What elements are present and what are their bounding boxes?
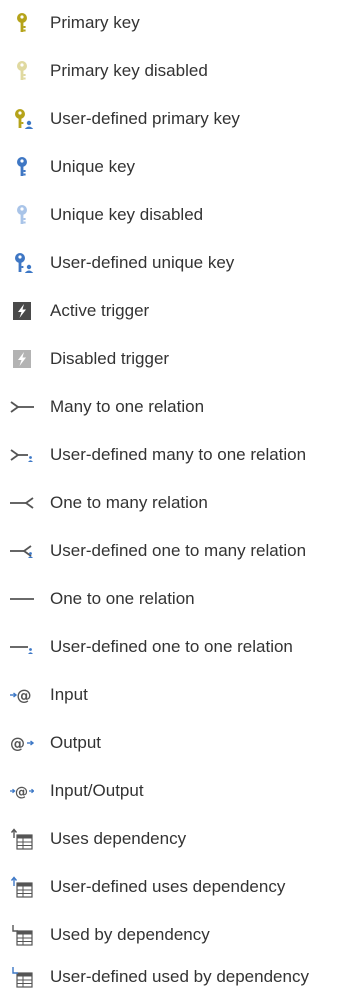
legend-item-primary-key-disabled: Primary key disabled bbox=[0, 56, 361, 86]
input-output-parameter-icon: @ bbox=[10, 785, 34, 800]
user-defined-uses-dependency-icon bbox=[10, 876, 33, 898]
legend-item-many-to-one-relation: Many to one relation bbox=[0, 392, 361, 422]
uses-dependency-icon bbox=[10, 828, 33, 850]
disabled-trigger-icon bbox=[13, 350, 31, 368]
legend-item-user-defined-used-by-dependency: User-defined used by dependency bbox=[0, 962, 361, 992]
legend-item-label: Used by dependency bbox=[50, 925, 210, 944]
legend-item-label: User-defined many to one relation bbox=[50, 445, 307, 464]
user-defined-used-by-dependency-icon bbox=[12, 967, 33, 988]
primary-key-icon bbox=[17, 13, 27, 32]
one-to-one-relation-icon bbox=[10, 598, 34, 600]
active-trigger-icon bbox=[13, 302, 31, 320]
used-by-dependency-icon bbox=[12, 925, 33, 946]
legend-item-label: User-defined one to many relation bbox=[50, 541, 307, 560]
legend-item-primary-key: Primary key bbox=[0, 8, 361, 38]
user-defined-many-to-one-relation-icon bbox=[10, 449, 33, 462]
output-parameter-icon: @ bbox=[10, 735, 34, 753]
legend-item-one-to-many-relation: One to many relation bbox=[0, 488, 361, 518]
legend-item-label: Primary key bbox=[50, 13, 140, 32]
legend-item-label: User-defined uses dependency bbox=[50, 877, 286, 896]
unique-key-disabled-icon bbox=[17, 205, 27, 224]
legend-item-label: Uses dependency bbox=[50, 829, 187, 848]
svg-text:@: @ bbox=[10, 735, 25, 753]
legend-item-user-defined-primary-key: User-defined primary key bbox=[0, 104, 361, 134]
unique-key-icon bbox=[17, 157, 27, 176]
user-defined-one-to-many-relation-icon bbox=[10, 545, 33, 558]
legend-item-label: User-defined used by dependency bbox=[50, 967, 309, 986]
legend-item-input: @ Input bbox=[0, 680, 361, 710]
legend-item-label: Input bbox=[50, 685, 88, 704]
legend-item-unique-key-disabled: Unique key disabled bbox=[0, 200, 361, 230]
legend-item-label: Unique key bbox=[50, 157, 136, 176]
user-defined-primary-key-icon bbox=[15, 109, 34, 129]
legend-item-label: Many to one relation bbox=[50, 397, 205, 416]
legend-item-one-to-one-relation: One to one relation bbox=[0, 584, 361, 614]
legend-item-label: One to one relation bbox=[50, 589, 195, 608]
legend-item-used-by-dependency: Used by dependency bbox=[0, 920, 361, 950]
one-to-many-relation-icon bbox=[10, 497, 34, 509]
legend-item-label: User-defined one to one relation bbox=[50, 637, 293, 656]
legend-item-input-output: @ Input/Output bbox=[0, 776, 361, 806]
icon-legend: Primary key Primary key disabled User-de… bbox=[0, 0, 361, 998]
legend-item-label: Active trigger bbox=[50, 301, 150, 320]
many-to-one-relation-icon bbox=[10, 401, 34, 413]
legend-item-uses-dependency: Uses dependency bbox=[0, 824, 361, 854]
legend-item-label: Input/Output bbox=[50, 781, 144, 800]
legend-item-label: Primary key disabled bbox=[50, 61, 208, 80]
legend-item-user-defined-one-to-many-relation: User-defined one to many relation bbox=[0, 536, 361, 566]
legend-item-label: Unique key disabled bbox=[50, 205, 204, 224]
legend-item-label: Output bbox=[50, 733, 102, 752]
legend-item-label: User-defined primary key bbox=[50, 109, 240, 128]
legend-item-unique-key: Unique key bbox=[0, 152, 361, 182]
legend-item-user-defined-unique-key: User-defined unique key bbox=[0, 248, 361, 278]
svg-text:@: @ bbox=[17, 687, 32, 705]
legend-item-active-trigger: Active trigger bbox=[0, 296, 361, 326]
legend-item-user-defined-uses-dependency: User-defined uses dependency bbox=[0, 872, 361, 902]
legend-item-label: User-defined unique key bbox=[50, 253, 235, 272]
legend-item-label: Disabled trigger bbox=[50, 349, 170, 368]
input-parameter-icon: @ bbox=[10, 687, 32, 705]
legend-item-label: One to many relation bbox=[50, 493, 208, 512]
svg-text:@: @ bbox=[15, 785, 28, 800]
legend-item-disabled-trigger: Disabled trigger bbox=[0, 344, 361, 374]
legend-item-output: @ Output bbox=[0, 728, 361, 758]
legend-item-user-defined-one-to-one-relation: User-defined one to one relation bbox=[0, 632, 361, 662]
primary-key-disabled-icon bbox=[17, 61, 27, 80]
legend-item-user-defined-many-to-one-relation: User-defined many to one relation bbox=[0, 440, 361, 470]
user-defined-unique-key-icon bbox=[15, 253, 34, 273]
user-defined-one-to-one-relation-icon bbox=[10, 646, 33, 654]
